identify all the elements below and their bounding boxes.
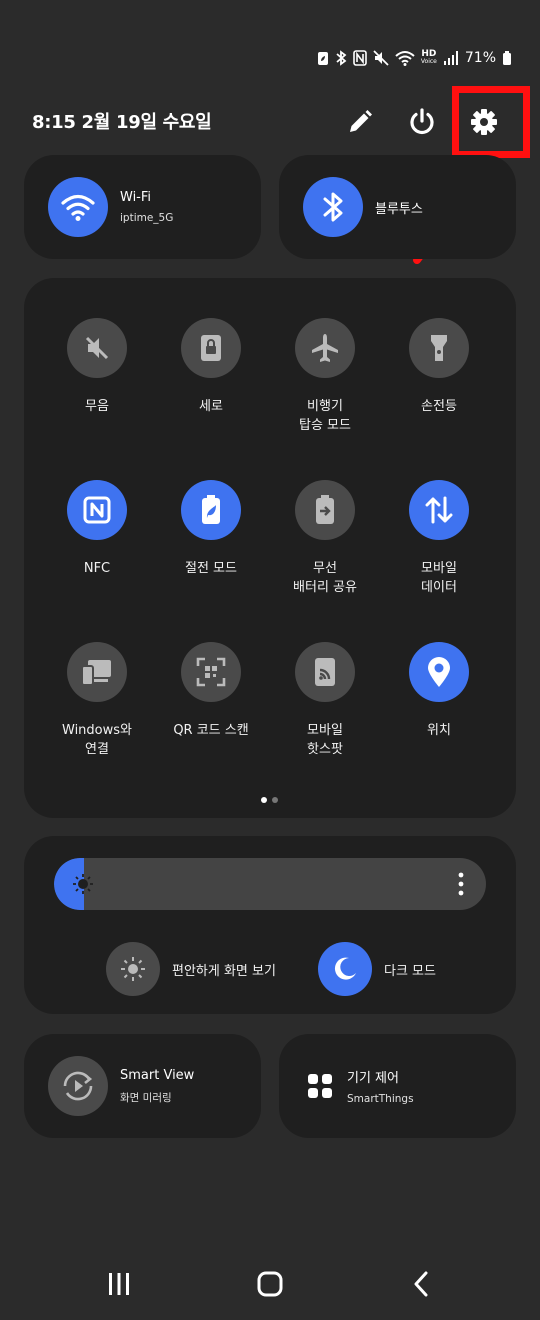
voice-label: Voice	[420, 58, 437, 65]
location-icon	[428, 657, 450, 687]
mute-status-icon	[373, 50, 389, 66]
wifi-title: Wi-Fi	[120, 190, 152, 205]
tile-label: 비행기 탑승 모드	[299, 399, 351, 433]
wifi-status-icon	[395, 50, 415, 66]
page-dot[interactable]	[272, 797, 278, 803]
edit-button[interactable]	[340, 102, 380, 142]
tile-label: Windows와 연결	[62, 723, 132, 757]
device-control-icon	[308, 1074, 332, 1098]
smart-view-subtitle: 화면 미러링	[120, 1091, 172, 1104]
quick-settings-grid: 무음 세로 비행기 탑승 모드 손전등 NFC 절전 모드 무선 배터리 공유 …	[24, 278, 516, 818]
recents-icon	[109, 1273, 129, 1295]
tile-qr-scan[interactable]: QR 코드 스캔	[156, 642, 266, 740]
page-indicator	[261, 797, 278, 803]
smart-view-tile[interactable]: Smart View 화면 미러링	[24, 1034, 261, 1138]
wifi-toggle[interactable]	[48, 177, 108, 237]
brightness-slider[interactable]	[54, 858, 486, 910]
tile-power-saving[interactable]: 절전 모드	[156, 480, 266, 578]
bluetooth-toggle[interactable]	[303, 177, 363, 237]
device-control-title: 기기 제어	[347, 1071, 399, 1086]
flashlight-icon	[431, 335, 447, 361]
date-time: 8:15 2월 19일 수요일	[32, 112, 212, 133]
home-icon	[257, 1271, 283, 1297]
hotspot-icon	[315, 658, 335, 686]
wireless-powershare-icon	[316, 495, 334, 524]
navigation-bar	[0, 1250, 540, 1320]
tile-label: QR 코드 스캔	[173, 723, 249, 738]
eye-comfort-icon	[121, 957, 145, 981]
tile-link-windows[interactable]: Windows와 연결	[42, 642, 152, 759]
tile-label: 세로	[199, 399, 223, 414]
wifi-network-name: iptime_5G	[120, 212, 174, 224]
pencil-icon	[350, 110, 372, 132]
tile-flashlight[interactable]: 손전등	[384, 318, 494, 416]
power-icon	[410, 108, 434, 135]
airplane-icon	[312, 334, 338, 362]
tile-label: 손전등	[421, 399, 457, 414]
moon-icon	[334, 957, 356, 980]
tile-location[interactable]: 위치	[384, 642, 494, 740]
mute-icon	[85, 336, 109, 360]
power-saving-icon	[202, 495, 220, 524]
wifi-tile[interactable]: Wi-Fi iptime_5G	[24, 155, 261, 259]
tile-nfc[interactable]: NFC	[42, 480, 152, 578]
bluetooth-status-icon	[335, 50, 347, 66]
eye-comfort-label: 편안하게 화면 보기	[172, 963, 276, 979]
tile-portrait[interactable]: 세로	[156, 318, 266, 416]
brightness-card: 편안하게 화면 보기 다크 모드	[24, 836, 516, 1014]
power-button[interactable]	[402, 102, 442, 142]
battery-percent: 71%	[464, 50, 496, 66]
back-icon	[414, 1271, 428, 1297]
home-button[interactable]	[250, 1264, 290, 1304]
tile-label: 위치	[427, 723, 451, 738]
tile-label: 무선 배터리 공유	[293, 561, 357, 595]
leaf-battery-icon	[317, 50, 329, 66]
hd-label: HD	[421, 49, 437, 59]
dark-mode-label: 다크 모드	[384, 963, 436, 979]
sun-icon	[73, 874, 93, 894]
brightness-fill	[54, 858, 93, 910]
smart-view-title: Smart View	[120, 1067, 195, 1083]
bluetooth-icon	[323, 192, 343, 222]
smart-view-icon-wrap	[48, 1056, 108, 1116]
tile-label: 절전 모드	[185, 561, 237, 576]
signal-icon	[443, 50, 459, 66]
tile-mute[interactable]: 무음	[42, 318, 152, 416]
dark-mode-toggle[interactable]: 다크 모드	[318, 942, 436, 996]
bluetooth-title: 블루투스	[375, 201, 423, 217]
link-windows-icon	[81, 660, 111, 686]
nfc-status-icon	[353, 50, 367, 66]
recents-button[interactable]	[99, 1264, 139, 1304]
settings-highlight-box	[452, 86, 530, 158]
tile-mobile-data[interactable]: 모바일 데이터	[384, 480, 494, 597]
portrait-lock-icon	[201, 335, 221, 361]
qr-scan-icon	[196, 657, 226, 687]
battery-icon	[502, 50, 512, 66]
more-options-icon[interactable]	[458, 872, 464, 896]
bluetooth-tile[interactable]: 블루투스	[279, 155, 516, 259]
eye-comfort-toggle[interactable]: 편안하게 화면 보기	[106, 942, 276, 996]
hd-voice-icon: HD Voice	[421, 50, 437, 66]
mobile-data-icon	[425, 496, 453, 524]
tile-wireless-powershare[interactable]: 무선 배터리 공유	[270, 480, 380, 597]
status-bar: HD Voice 71%	[317, 50, 512, 66]
device-control-subtitle: SmartThings	[347, 1093, 414, 1105]
tile-label: NFC	[83, 561, 111, 576]
tile-label: 모바일 데이터	[421, 561, 457, 595]
wifi-icon	[61, 194, 95, 221]
tile-label: 모바일 핫스팟	[307, 723, 343, 757]
device-control-tile[interactable]: 기기 제어 SmartThings	[279, 1034, 516, 1138]
back-button[interactable]	[401, 1264, 441, 1304]
tile-airplane[interactable]: 비행기 탑승 모드	[270, 318, 380, 435]
tile-label: 무음	[85, 399, 109, 414]
smart-view-icon	[63, 1071, 93, 1101]
page-dot-active[interactable]	[261, 797, 267, 803]
nfc-icon	[83, 496, 111, 524]
tile-hotspot[interactable]: 모바일 핫스팟	[270, 642, 380, 759]
